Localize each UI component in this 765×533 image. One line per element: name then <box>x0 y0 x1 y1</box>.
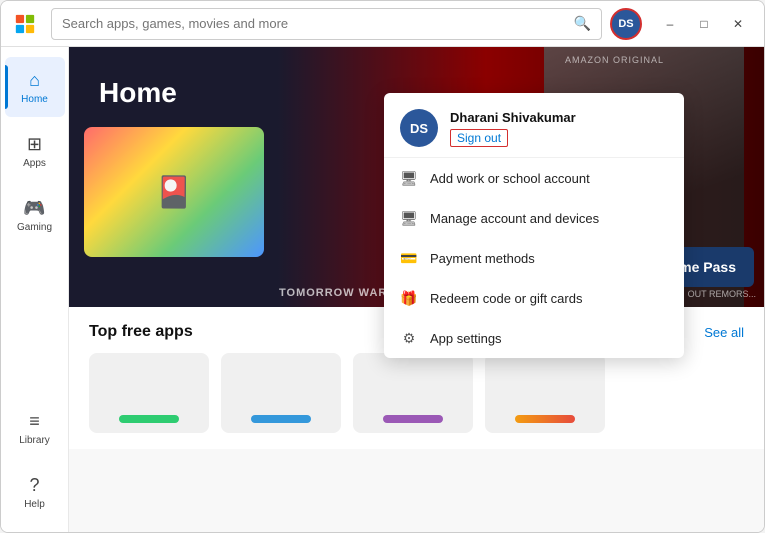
sidebar: ⌂ Home ⊞ Apps 🎮 Gaming ≡ Library ? Help <box>1 47 69 532</box>
home-icon: ⌂ <box>29 70 40 91</box>
sidebar-item-help[interactable]: ? Help <box>5 462 65 522</box>
amazon-original-label: AMAZON ORIGINAL <box>565 55 664 65</box>
windows-store-logo <box>11 10 39 38</box>
titlebar: 🔍 DS – □ ✕ <box>1 1 764 47</box>
dropdown-add-work-label: Add work or school account <box>430 171 590 186</box>
user-avatar-button[interactable]: DS <box>610 8 642 40</box>
dropdown-payment[interactable]: 💳 Payment methods <box>384 238 684 278</box>
payment-icon: 💳 <box>400 249 418 267</box>
sidebar-item-apps[interactable]: ⊞ Apps <box>5 121 65 181</box>
dropdown-redeem[interactable]: 🎁 Redeem code or gift cards <box>384 278 684 318</box>
dropdown-username: Dharani Shivakumar <box>450 110 668 125</box>
sidebar-label-apps: Apps <box>23 158 46 169</box>
app-window: 🔍 DS – □ ✕ ⌂ Home ⊞ Apps 🎮 Gaming <box>0 0 765 533</box>
main-area: ⌂ Home ⊞ Apps 🎮 Gaming ≡ Library ? Help <box>1 47 764 532</box>
app-card-1[interactable] <box>89 353 209 433</box>
hero-app-card[interactable]: 🎴 <box>84 127 264 257</box>
settings-icon: ⚙ <box>400 329 418 347</box>
dropdown-payment-label: Payment methods <box>430 251 535 266</box>
search-input[interactable] <box>62 16 568 31</box>
sign-out-link[interactable]: Sign out <box>450 129 508 147</box>
search-icon[interactable]: 🔍 <box>574 15 591 32</box>
hero-title: Home <box>99 77 177 109</box>
manage-account-icon: 🖥 <box>400 209 418 227</box>
sidebar-label-gaming: Gaming <box>17 222 52 233</box>
section-title: Top free apps <box>89 323 193 341</box>
dropdown-header: DS Dharani Shivakumar Sign out <box>384 93 684 158</box>
sidebar-label-home: Home <box>21 94 48 105</box>
content-area: Home 🎴 TOMORROW WAR AMAZON ORIGINAL OUT … <box>69 47 764 532</box>
dropdown-manage-account-label: Manage account and devices <box>430 211 599 226</box>
app-badge-4 <box>515 415 575 423</box>
gaming-icon: 🎮 <box>23 198 45 219</box>
app-card-2[interactable] <box>221 353 341 433</box>
sidebar-bottom: ≡ Library ? Help <box>5 398 65 532</box>
app-badge-3 <box>383 415 443 423</box>
close-button[interactable]: ✕ <box>722 8 754 40</box>
sidebar-item-gaming[interactable]: 🎮 Gaming <box>5 185 65 245</box>
library-icon: ≡ <box>29 411 40 432</box>
app-badge-2 <box>251 415 311 423</box>
app-badge-1 <box>119 415 179 423</box>
app-card-3[interactable] <box>353 353 473 433</box>
sidebar-item-home[interactable]: ⌂ Home <box>5 57 65 117</box>
search-bar[interactable]: 🔍 <box>51 8 602 40</box>
app-card-icon: 🎴 <box>155 175 192 210</box>
window-controls: – □ ✕ <box>654 8 754 40</box>
see-all-link[interactable]: See all <box>704 325 744 340</box>
add-work-icon: 🖥 <box>400 169 418 187</box>
dropdown-manage-account[interactable]: 🖥 Manage account and devices <box>384 198 684 238</box>
dropdown-add-work[interactable]: 🖥 Add work or school account <box>384 158 684 198</box>
app-cards-row <box>89 353 744 433</box>
apps-icon: ⊞ <box>27 134 42 155</box>
dropdown-user-info: Dharani Shivakumar Sign out <box>450 110 668 147</box>
minimize-button[interactable]: – <box>654 8 686 40</box>
out-remorse-label: OUT REMORS... <box>688 289 756 299</box>
user-dropdown: DS Dharani Shivakumar Sign out 🖥 Add wor… <box>384 93 684 358</box>
tomorrow-war-label: TOMORROW WAR <box>279 287 387 299</box>
sidebar-item-library[interactable]: ≡ Library <box>5 398 65 458</box>
redeem-icon: 🎁 <box>400 289 418 307</box>
app-card-4[interactable] <box>485 353 605 433</box>
dropdown-app-settings-label: App settings <box>430 331 502 346</box>
help-icon: ? <box>29 475 39 496</box>
dropdown-app-settings[interactable]: ⚙ App settings <box>384 318 684 358</box>
maximize-button[interactable]: □ <box>688 8 720 40</box>
sidebar-label-library: Library <box>19 435 50 446</box>
dropdown-avatar: DS <box>400 109 438 147</box>
dropdown-redeem-label: Redeem code or gift cards <box>430 291 582 306</box>
sidebar-label-help: Help <box>24 499 45 510</box>
